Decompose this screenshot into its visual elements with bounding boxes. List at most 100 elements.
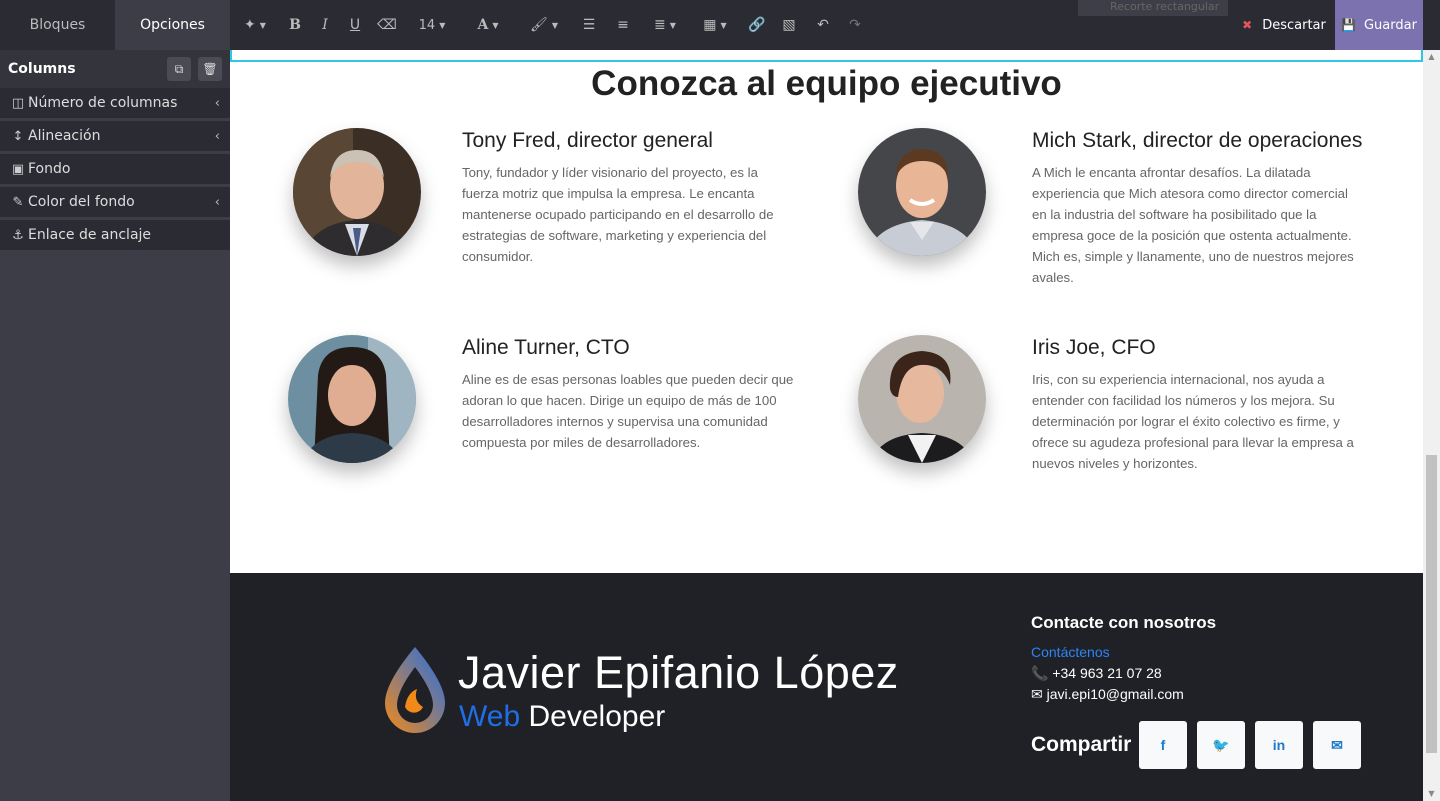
italic-icon[interactable]: I	[310, 0, 340, 50]
member-photo[interactable]	[293, 128, 421, 256]
sidebar-tabs: Bloques Opciones	[0, 0, 230, 50]
scroll-down-icon[interactable]: ▼	[1423, 787, 1440, 801]
chevron-left-icon: ‹	[214, 194, 220, 210]
logo-role-web: Web	[459, 700, 521, 733]
logo-name: Javier Epifanio López	[458, 647, 899, 698]
email-row: ✉ javi.epi10@gmail.com	[1031, 686, 1184, 703]
bio-line: Mich es, simple y llanamente, uno de nue…	[1032, 249, 1354, 264]
floppy-icon: 💾	[1341, 18, 1356, 32]
share-twitter-button[interactable]: 🐦	[1197, 721, 1245, 769]
option-label: Fondo	[28, 161, 71, 177]
contact-title: Contacte con nosotros	[1031, 613, 1217, 632]
phone-row: 📞 +34 963 21 07 28	[1031, 665, 1162, 682]
tab-opciones[interactable]: Opciones	[115, 0, 230, 50]
member-name[interactable]: Mich Stark, director de operaciones	[1032, 129, 1362, 153]
logo-role: Web Developer	[459, 700, 665, 734]
editor-sidebar: Bloques Opciones Columns ⧉ 🗑 ◫ Número de…	[0, 0, 230, 801]
twitter-icon: 🐦	[1212, 736, 1230, 753]
section-title[interactable]: Conozca al equipo ejecutivo	[230, 64, 1423, 104]
member-name[interactable]: Iris Joe, CFO	[1032, 336, 1156, 360]
scrollbar-thumb[interactable]	[1426, 455, 1437, 753]
ordered-list-icon[interactable]: ≡	[606, 0, 640, 50]
member-photo[interactable]	[858, 128, 986, 256]
member-bio[interactable]: Aline es de esas personas loables que pu…	[462, 369, 822, 453]
chevron-left-icon: ‹	[214, 128, 220, 144]
bio-line: avales.	[1032, 270, 1074, 285]
bold-icon[interactable]: B	[280, 0, 310, 50]
bio-line: experiencia que Mich atesora como direct…	[1032, 186, 1348, 201]
font-color-icon[interactable]: A ▼	[460, 0, 516, 50]
chevron-left-icon: ‹	[214, 95, 220, 111]
linkedin-icon: in	[1272, 737, 1286, 753]
option-label: Enlace de anclaje	[28, 227, 152, 243]
member-name[interactable]: Aline Turner, CTO	[462, 336, 630, 360]
bio-line: adoran lo que hacen. Dirige un equipo de…	[462, 393, 777, 408]
link-icon[interactable]: 🔗	[740, 0, 774, 50]
option-column-count[interactable]: ◫ Número de columnas ‹	[0, 88, 230, 118]
page-scrollbar[interactable]: ▲ ▼	[1423, 50, 1440, 801]
font-size-value: 14	[418, 17, 436, 33]
share-linkedin-button[interactable]: in	[1255, 721, 1303, 769]
logo-role-developer: Developer	[528, 700, 666, 733]
block-name: Columns	[8, 61, 76, 77]
contact-link[interactable]: Contáctenos	[1031, 644, 1110, 660]
envelope-icon: ✉	[1031, 686, 1043, 702]
bio-line: empresa goce de la posición que ostenta …	[1032, 228, 1352, 243]
member-photo[interactable]	[288, 335, 416, 463]
bio-line: en la industria del software ha posibili…	[1032, 207, 1317, 222]
bio-line: entender con facilidad los números y los…	[1032, 393, 1335, 408]
eyedropper-icon: ✎	[12, 194, 24, 210]
option-label: Alineación	[28, 128, 101, 144]
align-icon[interactable]: ≣ ▼	[640, 0, 690, 50]
member-bio[interactable]: Tony, fundador y líder visionario del pr…	[462, 162, 822, 267]
underline-icon[interactable]: U	[340, 0, 370, 50]
magic-wand-icon[interactable]: ✦ ▼	[230, 0, 280, 50]
scroll-up-icon[interactable]: ▲	[1423, 50, 1440, 64]
eraser-icon[interactable]: ⌫	[370, 0, 404, 50]
footer: Javier Epifanio López Web Developer Cont…	[230, 573, 1423, 801]
discard-button[interactable]: ✖ Descartar	[1233, 0, 1335, 50]
image-icon: ▣	[11, 161, 25, 177]
unordered-list-icon[interactable]: ☰	[572, 0, 606, 50]
font-size-select[interactable]: 14 ▼	[404, 0, 460, 50]
undo-icon[interactable]: ↶	[804, 0, 842, 50]
insert-image-icon[interactable]: ▧	[774, 0, 804, 50]
redo-icon[interactable]: ↷	[842, 0, 868, 50]
editor-toolbar: ✦ ▼ B I U ⌫ 14 ▼ A ▼ 🖌 ▼ ☰ ≡ ≣ ▼ ▦ ▼ 🔗 ▧ ↶ ↷ R…	[230, 0, 1440, 50]
option-background-color[interactable]: ✎ Color del fondo ‹	[0, 187, 230, 217]
option-anchor-link[interactable]: ⚓ Enlace de anclaje	[0, 220, 230, 250]
option-label: Número de columnas	[28, 95, 178, 111]
option-background[interactable]: ▣ Fondo	[0, 154, 230, 184]
facebook-icon: f	[1160, 737, 1166, 753]
close-icon: ✖	[1242, 18, 1253, 32]
phone-number: +34 963 21 07 28	[1052, 665, 1162, 681]
share-email-button[interactable]: ✉	[1313, 721, 1361, 769]
bio-line: determinación por lograr el éxito colect…	[1032, 414, 1340, 429]
overlay-label: Recorte rectangular	[1078, 0, 1228, 16]
block-options-header: Columns ⧉ 🗑	[0, 50, 230, 88]
trash-icon[interactable]: 🗑	[198, 57, 222, 81]
phone-icon: 📞	[1031, 665, 1049, 681]
bio-line: mantenerse ocupado participando en el de…	[462, 207, 774, 222]
clone-icon[interactable]: ⧉	[167, 57, 191, 81]
columns-icon: ◫	[11, 95, 25, 111]
bio-line: A Mich le encanta afrontar desafíos. La …	[1032, 165, 1311, 180]
bio-line: ofrece su agudeza profesional para lleva…	[1032, 435, 1354, 450]
member-photo[interactable]	[858, 335, 986, 463]
selected-block-outline	[230, 50, 1423, 62]
save-button[interactable]: 💾 Guardar	[1335, 0, 1423, 50]
member-name[interactable]: Tony Fred, director general	[462, 129, 713, 153]
page-preview: Conozca al equipo ejecutivo Tony Fred, d…	[230, 50, 1423, 801]
bio-line: Tony, fundador y líder visionario del pr…	[462, 165, 758, 180]
member-bio[interactable]: Iris, con su experiencia internacional, …	[1032, 369, 1392, 474]
bio-line: fuerza motriz que impulsa la empresa. Le…	[462, 186, 755, 201]
tab-bloques[interactable]: Bloques	[0, 0, 115, 50]
share-facebook-button[interactable]: f	[1139, 721, 1187, 769]
option-alignment[interactable]: ↕ Alineación ‹	[0, 121, 230, 151]
member-bio[interactable]: A Mich le encanta afrontar desafíos. La …	[1032, 162, 1392, 288]
bio-line: estrategias de software, marketing y exp…	[462, 228, 767, 243]
mail-icon: ✉	[1331, 736, 1343, 753]
paintbrush-icon[interactable]: 🖌 ▼	[516, 0, 572, 50]
discard-label: Descartar	[1262, 17, 1326, 33]
table-icon[interactable]: ▦ ▼	[690, 0, 740, 50]
